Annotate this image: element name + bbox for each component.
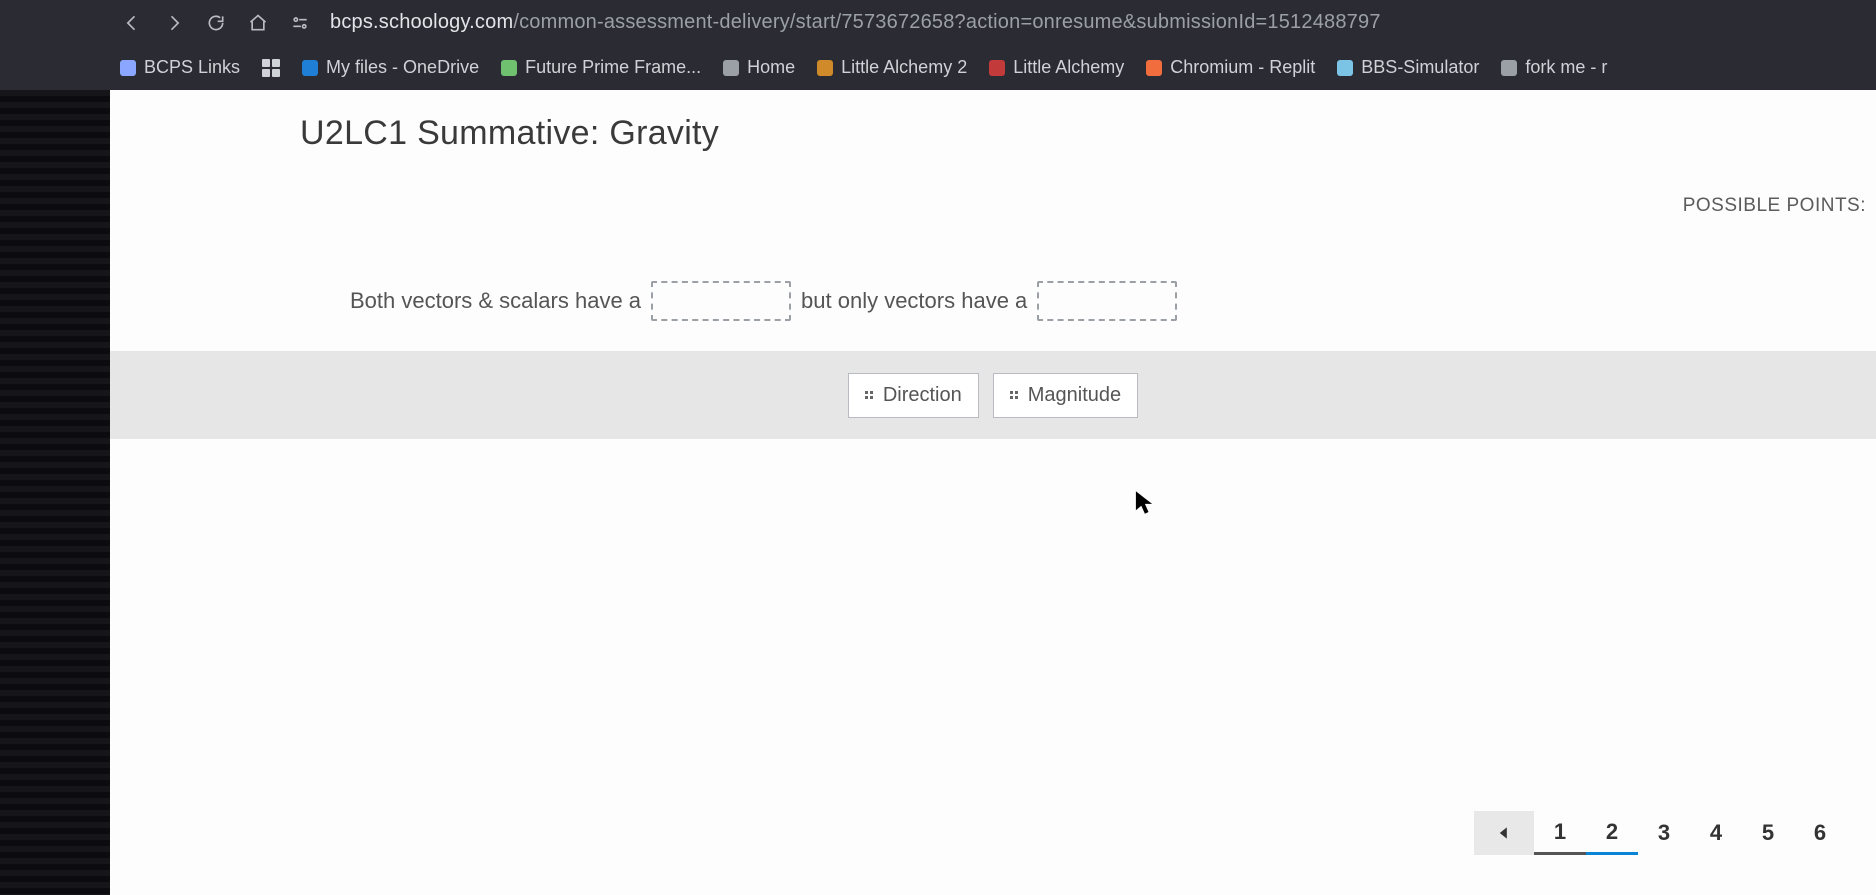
address-bar-row: bcps.schoology.com/common-assessment-del… (0, 0, 1876, 45)
drag-grip-icon (1010, 391, 1018, 399)
choice-label: Magnitude (1028, 384, 1121, 407)
dropzone-1[interactable] (651, 281, 791, 321)
photo-left-edge (0, 0, 110, 895)
question-pager: 123456 (1474, 811, 1846, 855)
bookmark-label: Chromium - Replit (1170, 57, 1315, 78)
answer-choice-tray: Direction Magnitude (110, 351, 1876, 439)
bookmark-little-alchemy-2[interactable]: Little Alchemy 2 (817, 57, 967, 78)
url-domain: bcps.schoology.com (330, 11, 513, 33)
forward-button[interactable] (162, 11, 186, 35)
apps-icon (262, 59, 280, 77)
browser-chrome: bcps.schoology.com/common-assessment-del… (0, 0, 1876, 90)
site-settings-icon[interactable] (288, 11, 312, 35)
bookmark-fork-me[interactable]: fork me - r (1501, 57, 1607, 78)
sentence-part-1: Both vectors & scalars have a (350, 288, 641, 314)
bookmark-label: BBS-Simulator (1361, 57, 1479, 78)
bookmark-label: BCPS Links (144, 57, 240, 78)
bookmark-future-prime-frame[interactable]: Future Prime Frame... (501, 57, 701, 78)
url-path: /common-assessment-delivery/start/757367… (513, 11, 1380, 33)
pager-page-3[interactable]: 3 (1638, 811, 1690, 855)
bookmark-apps[interactable] (262, 59, 280, 77)
possible-points-bar: POSSIBLE POINTS: (110, 171, 1876, 241)
pager-page-4[interactable]: 4 (1690, 811, 1742, 855)
bookmark-little-alchemy[interactable]: Little Alchemy (989, 57, 1124, 78)
url-display[interactable]: bcps.schoology.com/common-assessment-del… (330, 11, 1381, 34)
bookmark-label: Home (747, 57, 795, 78)
drag-grip-icon (865, 391, 873, 399)
favicon-icon (120, 60, 136, 76)
favicon-icon (817, 60, 833, 76)
pager-page-5[interactable]: 5 (1742, 811, 1794, 855)
choice-label: Direction (883, 384, 962, 407)
page-content: U2LC1 Summative: Gravity POSSIBLE POINTS… (110, 90, 1876, 895)
sentence-part-2: but only vectors have a (801, 288, 1027, 314)
bookmark-label: fork me - r (1525, 57, 1607, 78)
bookmark-bbs-simulator[interactable]: BBS-Simulator (1337, 57, 1479, 78)
bookmark-onedrive[interactable]: My files - OneDrive (302, 57, 479, 78)
favicon-icon (723, 60, 739, 76)
bookmark-label: Future Prime Frame... (525, 57, 701, 78)
favicon-icon (1337, 60, 1353, 76)
reload-button[interactable] (204, 11, 228, 35)
favicon-icon (1501, 60, 1517, 76)
dropzone-2[interactable] (1037, 281, 1177, 321)
pager-page-6[interactable]: 6 (1794, 811, 1846, 855)
pager-page-1[interactable]: 1 (1534, 811, 1586, 855)
favicon-icon (501, 60, 517, 76)
possible-points-label: POSSIBLE POINTS: (1683, 195, 1866, 217)
assessment-title: U2LC1 Summative: Gravity (110, 90, 1876, 171)
bookmark-label: Little Alchemy 2 (841, 57, 967, 78)
bookmark-label: My files - OneDrive (326, 57, 479, 78)
home-button[interactable] (246, 11, 270, 35)
favicon-icon (989, 60, 1005, 76)
bookmark-bcps-links[interactable]: BCPS Links (120, 57, 240, 78)
favicon-icon (1146, 60, 1162, 76)
choice-magnitude[interactable]: Magnitude (993, 373, 1138, 418)
back-button[interactable] (120, 11, 144, 35)
choice-direction[interactable]: Direction (848, 373, 979, 418)
bookmarks-bar: BCPS Links My files - OneDrive Future Prim… (0, 45, 1876, 90)
question-sentence: Both vectors & scalars have a but only v… (110, 241, 1876, 351)
favicon-icon (302, 60, 318, 76)
bookmark-home[interactable]: Home (723, 57, 795, 78)
bookmark-label: Little Alchemy (1013, 57, 1124, 78)
pager-page-2[interactable]: 2 (1586, 811, 1638, 855)
bookmark-chromium-replit[interactable]: Chromium - Replit (1146, 57, 1315, 78)
pager-prev-button[interactable] (1474, 811, 1534, 855)
